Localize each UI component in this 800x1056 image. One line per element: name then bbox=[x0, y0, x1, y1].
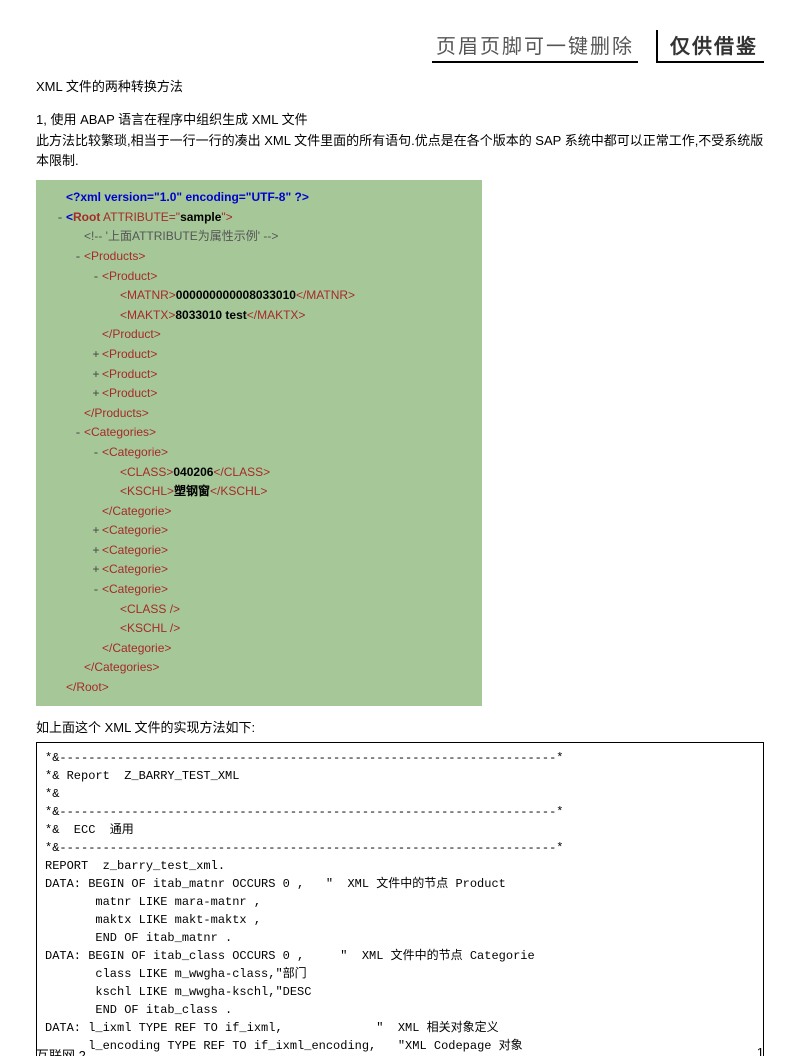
xml-categorie-collapsed: <Categorie> bbox=[102, 541, 168, 560]
page: 页眉页脚可一键删除 仅供借鉴 XML 文件的两种转换方法 1, 使用 ABAP … bbox=[0, 0, 800, 1056]
code-line: DATA: BEGIN OF itab_matnr OCCURS 0 , " X… bbox=[45, 877, 506, 891]
xml-class-empty: <CLASS /> bbox=[120, 600, 180, 619]
xml-categorie-close2: </Categorie> bbox=[102, 639, 171, 658]
xml-maktx: <MAKTX>8033010 test</MAKTX> bbox=[120, 306, 305, 325]
xml-categorie-collapsed: <Categorie> bbox=[102, 560, 168, 579]
xml-product-close: </Product> bbox=[102, 325, 161, 344]
header-note-right: 仅供借鉴 bbox=[656, 30, 764, 63]
code-line: *&--------------------------------------… bbox=[45, 805, 563, 819]
xml-product-collapsed: <Product> bbox=[102, 384, 157, 403]
code-line: *&--------------------------------------… bbox=[45, 841, 563, 855]
xml-kschl-empty: <KSCHL /> bbox=[120, 619, 180, 638]
xml-categorie-open2: <Categorie> bbox=[102, 580, 168, 599]
expand-icon[interactable]: + bbox=[90, 366, 102, 385]
xml-categorie-collapsed: <Categorie> bbox=[102, 521, 168, 540]
xml-categories-close: </Categories> bbox=[84, 658, 159, 677]
xml-product-open: <Product> bbox=[102, 267, 157, 286]
xml-categorie-open: <Categorie> bbox=[102, 443, 168, 462]
page-header: 页眉页脚可一键删除 仅供借鉴 bbox=[36, 30, 764, 63]
xml-categorie-close: </Categorie> bbox=[102, 502, 171, 521]
expand-icon[interactable]: + bbox=[90, 385, 102, 404]
xml-product-collapsed: <Product> bbox=[102, 365, 157, 384]
xml-root-open: <Root ATTRIBUTE="sample"> bbox=[66, 208, 233, 227]
xml-matnr: <MATNR>000000000008033010</MATNR> bbox=[120, 286, 355, 305]
code-line: maktx LIKE makt-maktx , bbox=[45, 913, 261, 927]
xml-declaration: <?xml version="1.0" encoding="UTF-8" ?> bbox=[66, 188, 309, 207]
code-line: END OF itab_class . bbox=[45, 1003, 232, 1017]
footer-left: 互联网 2 bbox=[36, 1045, 86, 1056]
indent-icon bbox=[54, 189, 66, 208]
header-note-left: 页眉页脚可一键删除 bbox=[432, 30, 638, 63]
code-line: matnr LIKE mara-matnr , bbox=[45, 895, 261, 909]
collapse-icon[interactable]: - bbox=[72, 424, 84, 443]
footer-page-number: 1 bbox=[757, 1045, 764, 1056]
code-line: *& bbox=[45, 787, 59, 801]
collapse-icon[interactable]: - bbox=[72, 248, 84, 267]
code-line: *& Report Z_BARRY_TEST_XML bbox=[45, 769, 239, 783]
xml-products-open: <Products> bbox=[84, 247, 145, 266]
expand-icon[interactable]: + bbox=[90, 522, 102, 541]
mid-line: 如上面这个 XML 文件的实现方法如下: bbox=[36, 718, 764, 739]
page-footer: 互联网 2 1 bbox=[36, 1045, 764, 1056]
expand-icon[interactable]: + bbox=[90, 346, 102, 365]
xml-root-close: </Root> bbox=[66, 678, 109, 697]
code-line: REPORT z_barry_test_xml. bbox=[45, 859, 225, 873]
code-line: *&--------------------------------------… bbox=[45, 751, 563, 765]
expand-icon[interactable]: + bbox=[90, 561, 102, 580]
xml-class: <CLASS>040206</CLASS> bbox=[120, 463, 270, 482]
collapse-icon[interactable]: - bbox=[90, 268, 102, 287]
collapse-icon[interactable]: - bbox=[90, 581, 102, 600]
collapse-icon[interactable]: - bbox=[54, 209, 66, 228]
expand-icon[interactable]: + bbox=[90, 542, 102, 561]
xml-kschl: <KSCHL>塑钢窗</KSCHL> bbox=[120, 482, 267, 501]
doc-title: XML 文件的两种转换方法 bbox=[36, 77, 764, 98]
xml-comment: <!-- '上面ATTRIBUTE为属性示例' --> bbox=[84, 227, 278, 246]
code-line: END OF itab_matnr . bbox=[45, 931, 232, 945]
abap-code-listing: *&--------------------------------------… bbox=[36, 742, 764, 1056]
xml-products-close: </Products> bbox=[84, 404, 149, 423]
code-line: DATA: l_ixml TYPE REF TO if_ixml, " XML … bbox=[45, 1021, 499, 1035]
code-line: class LIKE m_wwgha-class,"部门 bbox=[45, 967, 307, 981]
section1-head: 1, 使用 ABAP 语言在程序中组织生成 XML 文件 bbox=[36, 110, 764, 131]
xml-product-collapsed: <Product> bbox=[102, 345, 157, 364]
code-line: kschl LIKE m_wwgha-kschl,"DESC bbox=[45, 985, 311, 999]
section1-desc: 此方法比较繁琐,相当于一行一行的凑出 XML 文件里面的所有语句.优点是在各个版… bbox=[36, 131, 764, 173]
xml-tree-view: <?xml version="1.0" encoding="UTF-8" ?> … bbox=[36, 180, 482, 705]
code-line: DATA: BEGIN OF itab_class OCCURS 0 , " X… bbox=[45, 949, 535, 963]
code-line: *& ECC 通用 bbox=[45, 823, 134, 837]
xml-categories-open: <Categories> bbox=[84, 423, 156, 442]
collapse-icon[interactable]: - bbox=[90, 444, 102, 463]
